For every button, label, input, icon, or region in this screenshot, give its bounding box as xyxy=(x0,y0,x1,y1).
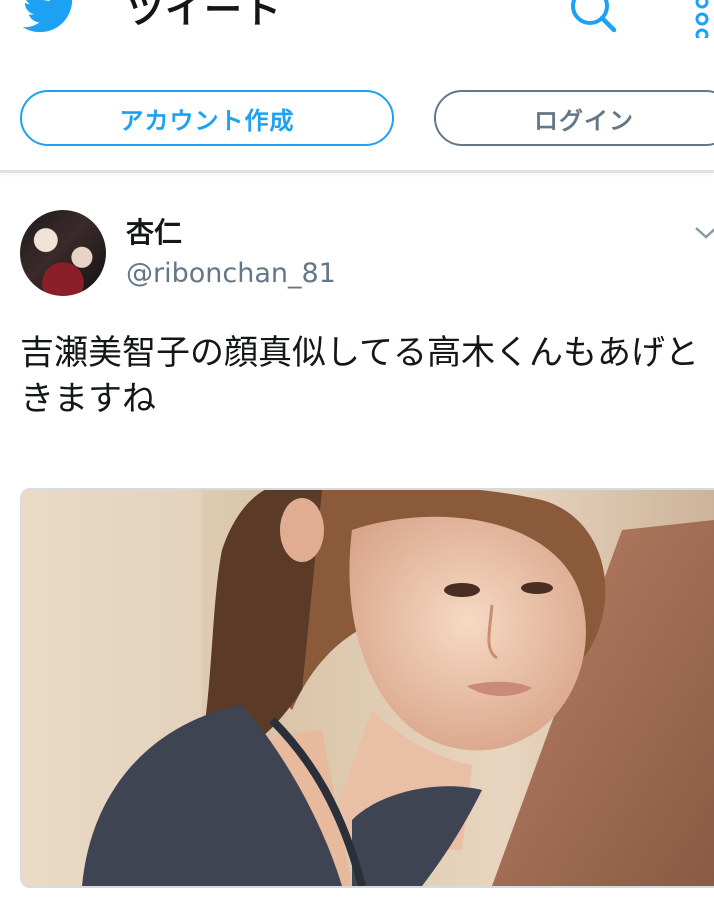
photo-image xyxy=(22,490,714,886)
avatar[interactable] xyxy=(20,210,106,296)
tweet-page: ツイート アカウント作成 ログイン 杏仁 @ribonchan_81 吉瀬美智子… xyxy=(0,0,714,904)
header-divider xyxy=(0,170,714,173)
login-button[interactable]: ログイン xyxy=(434,90,714,146)
more-vertical-icon[interactable] xyxy=(690,0,714,38)
display-name[interactable]: 杏仁 xyxy=(126,216,182,250)
user-handle[interactable]: @ribonchan_81 xyxy=(126,256,336,292)
search-icon[interactable] xyxy=(566,0,618,36)
tweet-text: 吉瀬美智子の顔真似してる高木くんもあげときますね xyxy=(20,333,699,419)
page-title: ツイート xyxy=(126,0,283,32)
top-bar: ツイート xyxy=(0,0,714,62)
twitter-bird-icon[interactable] xyxy=(22,0,80,34)
signup-button[interactable]: アカウント作成 xyxy=(20,90,394,146)
chevron-down-icon[interactable] xyxy=(692,222,714,242)
tweet-photo[interactable] xyxy=(20,488,714,888)
